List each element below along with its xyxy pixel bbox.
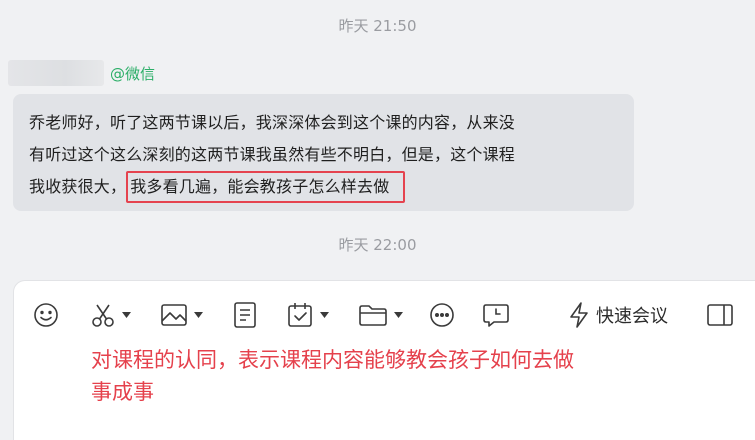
message-line-text: 我收获很大， [29, 177, 127, 196]
handwritten-annotation: 对课程的认同，表示课程内容能够教会孩子如何去做 事成事 [91, 344, 691, 408]
annotation-line: 对课程的认同，表示课程内容能够教会孩子如何去做 [91, 348, 574, 372]
highlighted-phrase: 我多看几遍，能会教孩子怎么样去做 [126, 171, 406, 203]
file-button[interactable] [358, 297, 403, 333]
screenshot-button[interactable] [90, 297, 131, 333]
schedule-button[interactable] [286, 297, 329, 333]
annotation-line: 事成事 [91, 380, 154, 404]
document-button[interactable] [232, 297, 258, 333]
chat-history-button[interactable] [482, 297, 510, 333]
document-icon [234, 302, 256, 328]
chevron-down-icon[interactable] [394, 312, 403, 318]
more-button[interactable] [428, 297, 456, 333]
composer-toolbar: 快速会议 [14, 297, 755, 333]
message-bubble[interactable]: 乔老师好，听了这两节课以后，我深深体会到这个课的内容，从来没 有听过这个这么深刻… [13, 94, 634, 211]
quick-meeting-button[interactable]: 快速会议 [568, 297, 668, 333]
emoji-button[interactable] [32, 297, 60, 333]
wechat-source-tag: @微信 [110, 64, 156, 83]
message-line: 我收获很大， 我多看几遍，能会教孩子怎么样去做 [29, 171, 618, 203]
chat-clock-icon [483, 304, 509, 327]
sender-row: @微信 [8, 59, 155, 87]
emoji-icon [34, 303, 58, 327]
more-icon [430, 303, 454, 327]
folder-icon [359, 305, 387, 326]
message-timestamp: 昨天 22:00 [338, 236, 417, 254]
sender-name-blurred[interactable] [8, 60, 104, 86]
toggle-sidebar-button[interactable] [706, 297, 734, 333]
sidebar-panel-icon [707, 304, 733, 326]
scissors-icon [92, 304, 114, 327]
chevron-down-icon[interactable] [320, 312, 329, 318]
image-button[interactable] [160, 297, 203, 333]
quick-meeting-label: 快速会议 [596, 306, 668, 327]
message-timestamp: 昨天 21:50 [338, 17, 417, 35]
message-line: 有听过这个这么深刻的这两节课我虽然有些不明白，但是，这个课程 [29, 145, 516, 164]
message-line: 乔老师好，听了这两节课以后，我深深体会到这个课的内容，从来没 [29, 113, 516, 132]
lightning-icon [570, 302, 588, 328]
chevron-down-icon[interactable] [122, 312, 131, 318]
calendar-check-icon [288, 303, 312, 327]
image-icon [161, 304, 187, 326]
chevron-down-icon[interactable] [194, 312, 203, 318]
